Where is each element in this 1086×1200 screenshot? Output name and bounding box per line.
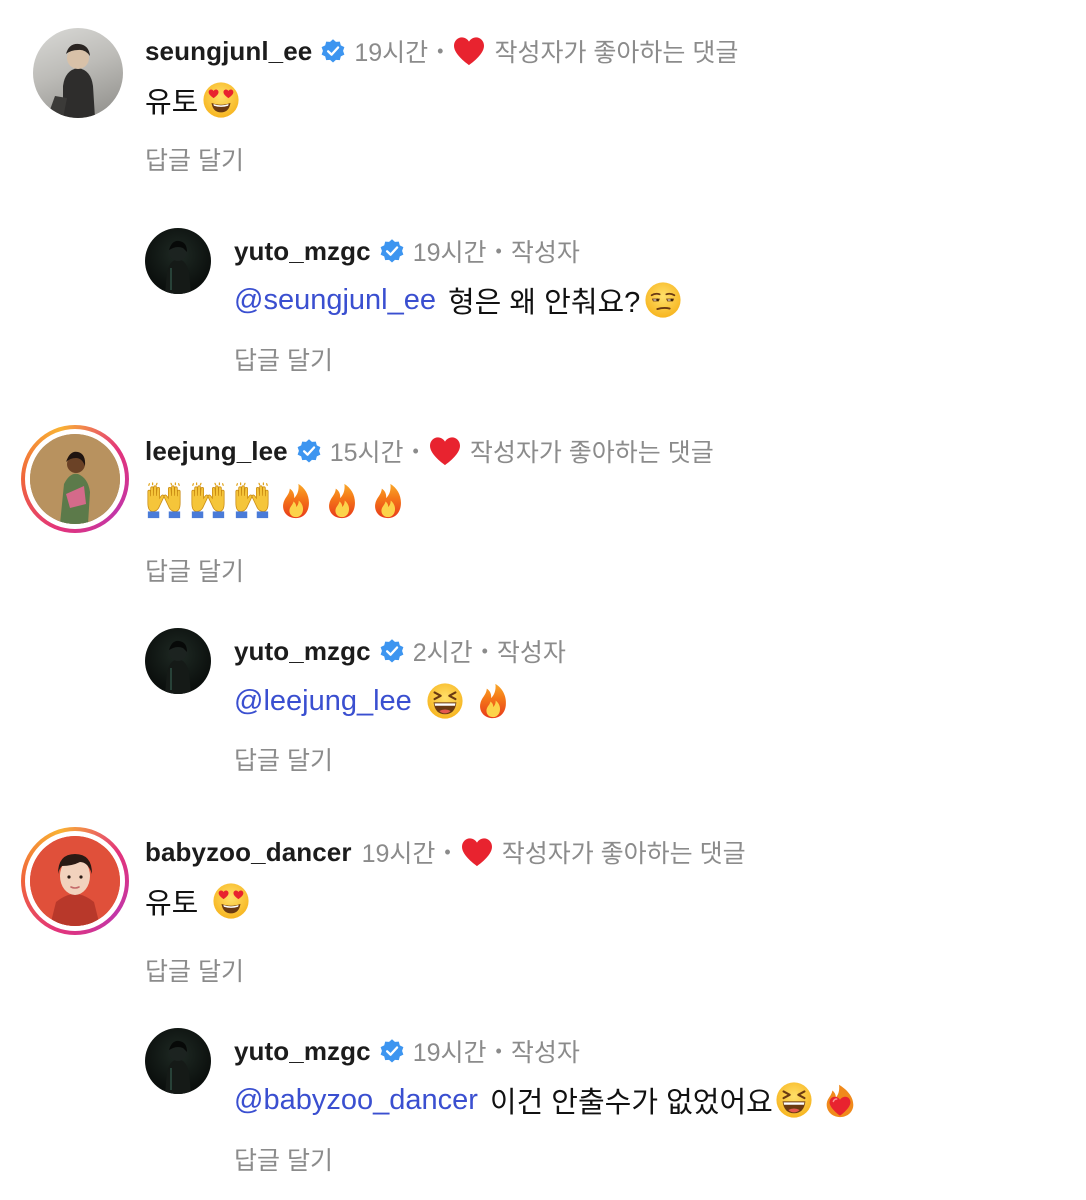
verified-badge-icon (296, 438, 322, 464)
comment-item: babyzoo_dancer 19시간 • 작성자가 좋아하는 댓글 유토 답글… (0, 800, 1086, 1000)
comment-text: 이건 안출수가 없었어요 (489, 1087, 773, 1119)
avatar[interactable] (145, 628, 211, 694)
separator-dot: • (495, 240, 502, 261)
mention-link[interactable]: @seungjunl_ee (234, 284, 436, 317)
raising-hands-emoji (189, 482, 227, 520)
comment-text: 유토 (145, 888, 199, 920)
avatar[interactable] (33, 28, 123, 118)
heart-icon (460, 837, 494, 867)
heart-on-fire-emoji (821, 1081, 859, 1119)
unamused-face-emoji (644, 281, 682, 319)
laughing-face-emoji (426, 682, 464, 720)
username[interactable]: yuto_mzgc (234, 636, 371, 667)
separator-dot: • (437, 40, 444, 61)
fire-emoji (277, 482, 315, 520)
timestamp: 19시간 (354, 39, 429, 67)
username[interactable]: yuto_mzgc (234, 236, 371, 267)
author-label: 작성자 (510, 1039, 580, 1067)
reply-button[interactable]: 답글 달기 (145, 552, 244, 588)
timestamp: 2시간 (412, 639, 473, 667)
heart-eyes-emoji (212, 882, 250, 920)
timestamp: 15시간 (329, 439, 404, 467)
reply-item: yuto_mzgc 2시간 • 작성자 @leejung_lee 답글 달기 (0, 600, 1086, 800)
verified-badge-icon (320, 38, 346, 64)
fire-emoji (323, 482, 361, 520)
heart-icon (452, 36, 486, 66)
comment-item: seungjunl_ee 19시간 • 작성자가 좋아하는 댓글 유토 답글 달… (0, 0, 1086, 200)
verified-badge-icon (379, 238, 405, 264)
separator-dot: • (495, 1040, 502, 1061)
reply-button[interactable]: 답글 달기 (234, 341, 333, 377)
reply-button[interactable]: 답글 달기 (145, 141, 244, 177)
liked-by-author-label: 작성자가 좋아하는 댓글 (501, 840, 746, 868)
username[interactable]: babyzoo_dancer (145, 837, 352, 868)
avatar[interactable] (145, 1028, 211, 1094)
liked-by-author-label: 작성자가 좋아하는 댓글 (494, 39, 739, 67)
username[interactable]: yuto_mzgc (234, 1036, 371, 1067)
liked-by-author-label: 작성자가 좋아하는 댓글 (469, 439, 714, 467)
comment-item: leejung_lee 15시간 • 작성자가 좋아하는 댓글 답글 달기 (0, 400, 1086, 600)
avatar[interactable] (145, 228, 211, 294)
author-label: 작성자 (510, 239, 580, 267)
timestamp: 19시간 (412, 239, 487, 267)
reply-button[interactable]: 답글 달기 (145, 952, 244, 988)
verified-badge-icon (379, 638, 405, 664)
comment-text: 형은 왜 안춰요? (447, 287, 641, 319)
username[interactable]: seungjunl_ee (145, 36, 312, 67)
fire-emoji (474, 682, 512, 720)
separator-dot: • (412, 440, 419, 461)
avatar-story-ring[interactable] (21, 827, 129, 935)
reply-item: yuto_mzgc 19시간 • 작성자 @babyzoo_dancer 이건 … (0, 1000, 1086, 1200)
reply-button[interactable]: 답글 달기 (234, 1141, 333, 1177)
comment-text: 유토 (145, 87, 199, 119)
separator-dot: • (481, 640, 488, 661)
reply-button[interactable]: 답글 달기 (234, 741, 333, 777)
author-label: 작성자 (496, 639, 566, 667)
username[interactable]: leejung_lee (145, 436, 288, 467)
timestamp: 19시간 (412, 1039, 487, 1067)
heart-eyes-emoji (202, 81, 240, 119)
avatar (30, 836, 120, 926)
avatar (30, 434, 120, 524)
raising-hands-emoji (145, 482, 183, 520)
laughing-face-emoji (775, 1081, 813, 1119)
mention-link[interactable]: @babyzoo_dancer (234, 1084, 478, 1117)
mention-link[interactable]: @leejung_lee (234, 685, 412, 718)
fire-emoji (369, 482, 407, 520)
separator-dot: • (444, 841, 451, 862)
avatar-story-ring[interactable] (21, 425, 129, 533)
raising-hands-emoji (233, 482, 271, 520)
reply-item: yuto_mzgc 19시간 • 작성자 @seungjunl_ee 형은 왜 … (0, 200, 1086, 400)
timestamp: 19시간 (361, 840, 436, 868)
heart-icon (428, 436, 462, 466)
verified-badge-icon (379, 1038, 405, 1064)
